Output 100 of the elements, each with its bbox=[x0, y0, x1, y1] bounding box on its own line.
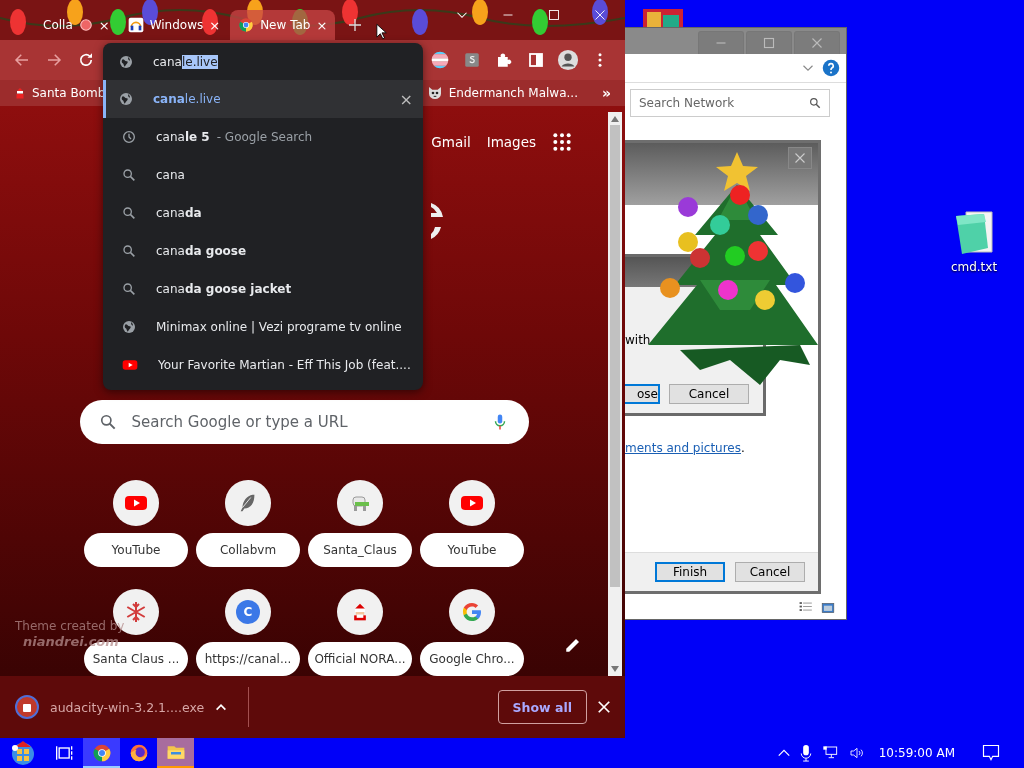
globe-icon bbox=[118, 91, 134, 107]
suggestion-text: canada bbox=[156, 206, 202, 220]
suggestion-item[interactable]: canale.live × bbox=[103, 80, 423, 118]
recording-icon bbox=[78, 18, 93, 32]
scrollbar[interactable] bbox=[608, 112, 622, 676]
volume-icon[interactable] bbox=[847, 745, 866, 761]
firefox-icon[interactable] bbox=[128, 743, 149, 763]
globe-icon bbox=[121, 319, 137, 335]
search-field[interactable]: Search Network bbox=[630, 89, 830, 117]
new-tab-icon[interactable] bbox=[347, 17, 364, 33]
close-icon[interactable] bbox=[597, 700, 611, 714]
header-link[interactable]: Images bbox=[486, 134, 536, 151]
suggestion-text: canale 5 bbox=[156, 130, 210, 144]
shortcut-label[interactable]: Santa_Claus bbox=[308, 533, 412, 567]
santa-icon bbox=[14, 85, 26, 101]
maximize-icon bbox=[548, 9, 560, 21]
puzzle-icon[interactable] bbox=[495, 51, 513, 69]
search-icon bbox=[121, 205, 137, 221]
side-panel-icon[interactable] bbox=[527, 51, 545, 69]
google-icon bbox=[460, 600, 484, 624]
logo-drawing bbox=[431, 202, 443, 239]
shortcut-label[interactable]: YouTube bbox=[84, 533, 188, 567]
start-orb-icon[interactable] bbox=[9, 739, 37, 767]
dialog-button[interactable]: Cancel bbox=[669, 384, 749, 404]
close-button[interactable] bbox=[788, 147, 812, 169]
search-icon bbox=[808, 96, 822, 110]
shortcut-tile[interactable] bbox=[113, 480, 159, 526]
taskbar-app[interactable] bbox=[83, 738, 120, 768]
browser-tab[interactable]: Colla × bbox=[35, 10, 118, 40]
cursor-icon bbox=[376, 23, 388, 40]
pencil-icon[interactable] bbox=[564, 636, 582, 654]
suggestion-item[interactable]: Minimax online | Vezi programe tv online bbox=[103, 308, 423, 346]
apps-grid-icon[interactable] bbox=[552, 132, 572, 153]
scroll-down-icon[interactable] bbox=[611, 666, 619, 672]
letter-icon: C bbox=[236, 600, 260, 624]
suggestion-item[interactable]: canada bbox=[103, 194, 423, 232]
back-icon[interactable] bbox=[13, 51, 31, 69]
profile-icon[interactable] bbox=[557, 49, 579, 71]
bookmark[interactable]: Endermanch Malwa... bbox=[426, 85, 578, 101]
scroll-up-icon[interactable] bbox=[611, 116, 619, 122]
notification-icon[interactable] bbox=[980, 743, 1002, 763]
dialog-button[interactable]: Finish bbox=[655, 562, 725, 582]
clock[interactable]: 10:59:00 AM bbox=[878, 746, 955, 760]
link[interactable]: ments and pictures bbox=[625, 441, 741, 455]
shortcut-label[interactable]: YouTube bbox=[420, 533, 524, 567]
reload-icon[interactable] bbox=[77, 51, 95, 69]
suggestion-text: canada goose jacket bbox=[156, 282, 292, 296]
suggestion-text: canada goose bbox=[156, 244, 247, 258]
shortcut-tile[interactable] bbox=[449, 480, 495, 526]
show-all-button[interactable]: Show all bbox=[497, 690, 587, 724]
audacity-icon[interactable] bbox=[14, 694, 40, 720]
taskbar-app[interactable] bbox=[157, 738, 194, 768]
suggestion-item[interactable]: canada goose jacket bbox=[103, 270, 423, 308]
extension-s-icon[interactable] bbox=[463, 51, 481, 69]
large-icons-view-icon[interactable] bbox=[820, 601, 836, 615]
suggestion-item[interactable]: cana bbox=[103, 156, 423, 194]
forward-icon[interactable] bbox=[45, 51, 63, 69]
file-label[interactable]: cmd.txt bbox=[950, 260, 998, 274]
shortcut-tile[interactable] bbox=[225, 480, 271, 526]
clock-icon bbox=[121, 129, 137, 145]
search-icon bbox=[121, 281, 137, 297]
header-link[interactable]: Gmail bbox=[431, 134, 471, 151]
network-icon[interactable] bbox=[820, 745, 839, 761]
dialog-text: with bbox=[625, 333, 651, 347]
help-icon[interactable] bbox=[822, 59, 840, 77]
close-icon bbox=[811, 37, 823, 49]
chrome-icon bbox=[238, 17, 255, 33]
cat-face-icon bbox=[426, 85, 443, 101]
image-icon bbox=[643, 9, 683, 27]
browser-tab[interactable]: Windows × bbox=[119, 10, 229, 40]
shortcut-label[interactable]: Collabvm bbox=[196, 533, 300, 567]
shortcut-tile[interactable] bbox=[449, 589, 495, 635]
microphone-icon[interactable] bbox=[799, 744, 812, 762]
download-filename[interactable]: audacity-win-3.2.1....exe bbox=[50, 699, 205, 715]
bookmarks-overflow-button[interactable]: » bbox=[601, 85, 611, 101]
task-view-icon[interactable] bbox=[54, 743, 75, 763]
close-tab-icon[interactable]: × bbox=[98, 18, 110, 32]
suggestion-item[interactable]: canale 5 - Google Search bbox=[103, 118, 423, 156]
shortcut-label[interactable]: Official NORA... bbox=[308, 642, 412, 676]
shortcut-tile[interactable] bbox=[337, 589, 383, 635]
globe-icon bbox=[118, 53, 134, 70]
maximize-icon bbox=[763, 37, 775, 49]
close-tab-icon[interactable]: × bbox=[209, 18, 221, 32]
close-tab-icon[interactable]: × bbox=[316, 18, 328, 32]
dialog-button[interactable]: ose bbox=[625, 384, 660, 404]
suggestion-text: Your Favorite Martian - Eff This Job (feat.... bbox=[158, 358, 411, 372]
shortcut-label[interactable]: https://canal... bbox=[196, 642, 300, 676]
browser-tab[interactable]: New Tab × bbox=[230, 10, 336, 40]
suggestion-item[interactable]: Your Favorite Martian - Eff This Job (feat.... bbox=[103, 346, 423, 384]
dialog-button[interactable]: Cancel bbox=[735, 562, 805, 582]
shortcut-tile[interactable]: C bbox=[225, 589, 271, 635]
suggestion-text: canale.live bbox=[153, 92, 221, 106]
shortcut-label[interactable]: Google Chro... bbox=[420, 642, 524, 676]
flag-circle-icon[interactable] bbox=[430, 50, 450, 70]
chrome-icon[interactable] bbox=[91, 743, 112, 763]
suggestion-item[interactable]: canada goose bbox=[103, 232, 423, 270]
youtube-icon bbox=[121, 357, 139, 373]
search-field[interactable]: Search Google or type a URL bbox=[79, 400, 529, 444]
remove-suggestion-icon[interactable]: × bbox=[399, 89, 413, 109]
shortcut-tile[interactable] bbox=[337, 480, 383, 526]
